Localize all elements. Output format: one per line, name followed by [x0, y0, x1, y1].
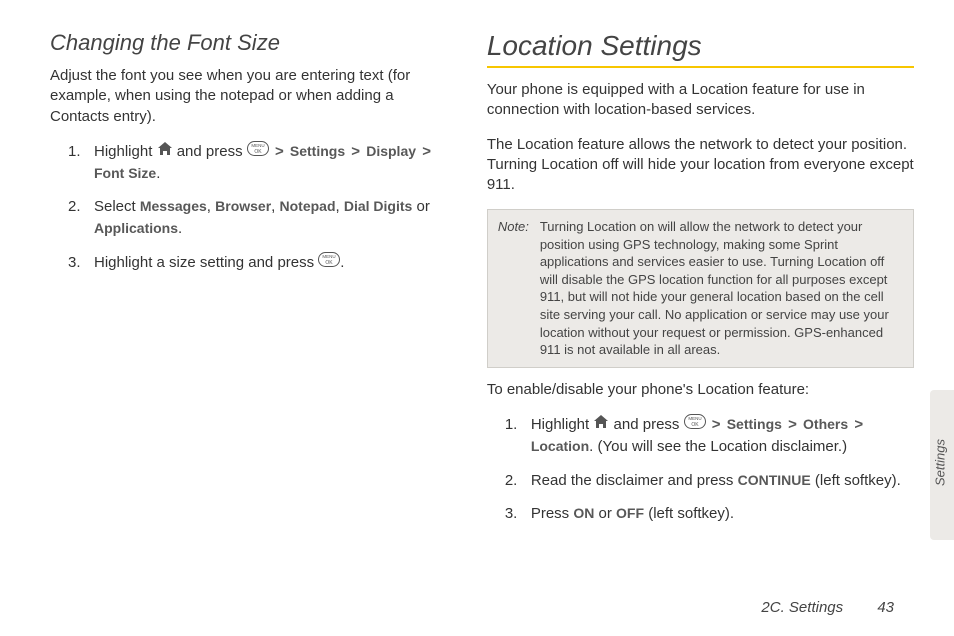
menu-path: Display — [366, 143, 416, 159]
left-steps: 1. Highlight and press MENUOK > Settings… — [50, 141, 457, 274]
menu-path: Settings — [727, 416, 782, 432]
svg-text:OK: OK — [326, 260, 334, 266]
text: , — [336, 198, 344, 215]
svg-text:MENU: MENU — [323, 254, 336, 259]
text: Highlight — [94, 143, 157, 160]
footer-page-number: 43 — [877, 599, 894, 616]
gt-icon: > — [422, 143, 431, 160]
text: Highlight a size setting and press — [94, 254, 318, 271]
text: . — [156, 165, 160, 182]
text: (left softkey). — [811, 472, 901, 489]
softkey: OFF — [616, 505, 644, 521]
left-step-1: 1. Highlight and press MENUOK > Settings… — [50, 141, 457, 185]
menu-path: Location — [531, 438, 589, 454]
text: Press — [531, 505, 574, 522]
text: or — [594, 505, 616, 522]
enable-line: To enable/disable your phone's Location … — [487, 380, 914, 400]
step-number: 2. — [68, 196, 81, 218]
right-heading: Location Settings — [487, 30, 914, 62]
menu-path: Others — [803, 416, 848, 432]
step-number: 1. — [505, 414, 518, 436]
step-number: 2. — [505, 470, 518, 492]
text: (left softkey). — [644, 505, 734, 522]
menu-ok-icon: MENUOK — [684, 414, 706, 436]
menu-ok-icon: MENUOK — [318, 252, 340, 274]
home-icon — [157, 141, 173, 163]
left-step-2: 2. Select Messages, Browser, Notepad, Di… — [50, 196, 457, 240]
right-steps: 1. Highlight and press MENUOK > Settings… — [487, 414, 914, 525]
option: Messages — [140, 198, 207, 214]
right-intro-1: Your phone is equipped with a Location f… — [487, 80, 914, 121]
right-column: Location Settings Your phone is equipped… — [487, 30, 914, 550]
menu-path: Font Size — [94, 165, 156, 181]
note-label: Note: — [498, 218, 540, 358]
heading-rule — [487, 66, 914, 68]
step-number: 3. — [68, 252, 81, 274]
note-text: Turning Location on will allow the netwo… — [540, 218, 903, 358]
menu-path: Settings — [290, 143, 345, 159]
option: Applications — [94, 220, 178, 236]
option: Dial Digits — [344, 198, 412, 214]
note-box: Note: Turning Location on will allow the… — [487, 209, 914, 367]
menu-ok-icon: MENUOK — [247, 141, 269, 163]
text: . (You will see the Location disclaimer.… — [589, 438, 847, 455]
gt-icon: > — [275, 143, 284, 160]
softkey: CONTINUE — [738, 472, 811, 488]
text: , — [207, 198, 215, 215]
footer-section: 2C. Settings — [761, 599, 843, 616]
page-footer: 2C. Settings 43 — [761, 599, 894, 616]
right-step-1: 1. Highlight and press MENUOK > Settings… — [487, 414, 914, 458]
text: and press — [614, 416, 684, 433]
step-number: 1. — [68, 141, 81, 163]
gt-icon: > — [712, 416, 721, 433]
left-step-3: 3. Highlight a size setting and press ME… — [50, 252, 457, 274]
text: Select — [94, 198, 140, 215]
text: or — [412, 198, 430, 215]
right-step-2: 2. Read the disclaimer and press CONTINU… — [487, 470, 914, 492]
side-tab-label: Settings — [933, 433, 948, 493]
step-number: 3. — [505, 503, 518, 525]
option: Notepad — [280, 198, 336, 214]
svg-text:OK: OK — [691, 422, 699, 428]
page: Changing the Font Size Adjust the font y… — [0, 0, 954, 560]
left-intro: Adjust the font you see when you are ent… — [50, 66, 457, 127]
svg-text:MENU: MENU — [688, 416, 701, 421]
option: Browser — [215, 198, 271, 214]
left-column: Changing the Font Size Adjust the font y… — [50, 30, 457, 550]
gt-icon: > — [854, 416, 863, 433]
right-step-3: 3. Press ON or OFF (left softkey). — [487, 503, 914, 525]
text: . — [178, 220, 182, 237]
gt-icon: > — [351, 143, 360, 160]
text: , — [271, 198, 279, 215]
text: . — [340, 254, 344, 271]
left-heading: Changing the Font Size — [50, 30, 457, 56]
text: Highlight — [531, 416, 594, 433]
svg-text:OK: OK — [254, 149, 262, 155]
home-icon — [593, 414, 609, 436]
right-intro-2: The Location feature allows the network … — [487, 135, 914, 196]
gt-icon: > — [788, 416, 797, 433]
softkey: ON — [573, 505, 594, 521]
svg-text:MENU: MENU — [251, 143, 264, 148]
side-tab: Settings — [930, 390, 954, 540]
text: Read the disclaimer and press — [531, 472, 738, 489]
text: and press — [177, 143, 247, 160]
